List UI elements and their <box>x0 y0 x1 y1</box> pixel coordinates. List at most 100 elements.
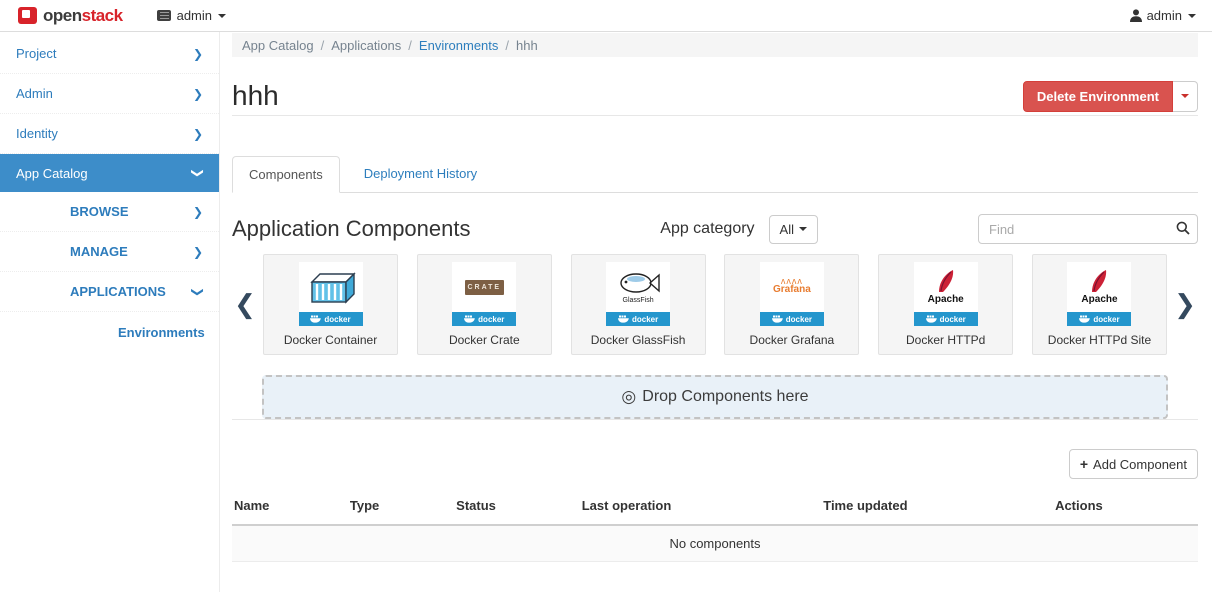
component-card-label: Docker Crate <box>449 333 520 347</box>
add-component-button[interactable]: + Add Component <box>1069 449 1198 479</box>
sidebar-item-label: Project <box>16 46 56 61</box>
docker-httpd-icon: Apache docker <box>914 262 978 326</box>
docker-banner: docker <box>760 312 824 326</box>
glassfish-logo-text: GlassFish <box>623 297 654 304</box>
column-header-status: Status <box>454 488 580 525</box>
category-filter-dropdown[interactable]: All <box>769 215 818 244</box>
breadcrumb: App Catalog / Applications / Environment… <box>232 33 1198 57</box>
chevron-right-icon: ❯ <box>193 87 203 101</box>
openstack-cube-icon <box>18 7 37 24</box>
component-card-label: Docker HTTPd <box>906 333 985 347</box>
drop-components-zone[interactable]: ◎ Drop Components here <box>262 375 1168 419</box>
openstack-logo-text: openstack <box>43 6 123 26</box>
chevron-down-icon <box>1188 14 1196 18</box>
chevron-right-icon: ❯ <box>193 127 203 141</box>
app-category-label: App category <box>660 220 754 238</box>
sidebar-item-environments[interactable]: Environments <box>0 312 219 352</box>
docker-banner: docker <box>299 312 363 326</box>
empty-table-row: No components <box>232 525 1198 562</box>
sidebar-item-browse[interactable]: BROWSE ❯ <box>0 192 219 232</box>
tab-components[interactable]: Components <box>232 156 340 193</box>
find-input[interactable] <box>978 214 1198 244</box>
topbar: openstack admin admin <box>0 0 1212 32</box>
docker-banner-text: docker <box>940 315 966 324</box>
docker-glassfish-icon: GlassFish docker <box>606 262 670 326</box>
empty-table-message: No components <box>232 525 1198 562</box>
component-card-label: Docker Container <box>284 333 377 347</box>
sidebar-item-identity[interactable]: Identity ❯ <box>0 114 219 154</box>
apache-feather-icon <box>931 270 961 294</box>
category-filter-value: All <box>780 222 794 237</box>
sidebar-item-label: Environments <box>118 325 205 340</box>
component-card-docker-grafana[interactable]: ᴧᴧᴧᴧ Grafana docker Docker Grafana <box>724 254 859 355</box>
column-header-name: Name <box>232 488 348 525</box>
docker-whale-icon <box>926 315 937 323</box>
chevron-down-icon: ❯ <box>191 168 205 178</box>
apache-logo-text: Apache <box>1081 294 1117 305</box>
sidebar-item-label: Identity <box>16 126 58 141</box>
delete-environment-dropdown-toggle[interactable] <box>1173 81 1198 112</box>
project-picker-label: admin <box>177 8 212 23</box>
breadcrumb-app-catalog: App Catalog <box>242 38 314 53</box>
component-card-label: Docker Grafana <box>750 333 835 347</box>
docker-banner: docker <box>452 312 516 326</box>
crate-logo-text: CRATE <box>465 280 505 295</box>
docker-httpd-site-icon: Apache docker <box>1067 262 1131 326</box>
find-search-box <box>978 214 1198 244</box>
breadcrumb-applications: Applications <box>331 38 401 53</box>
horizon-app: openstack admin admin Project ❯ Admin ❯ <box>0 0 1212 592</box>
tab-deployment-history[interactable]: Deployment History <box>348 156 493 192</box>
tab-bar: Components Deployment History <box>232 156 1198 193</box>
docker-crate-icon: CRATE docker <box>452 262 516 326</box>
sidebar-item-project[interactable]: Project ❯ <box>0 34 219 74</box>
sidebar-item-applications[interactable]: APPLICATIONS ❯ <box>0 272 219 312</box>
docker-whale-icon <box>772 315 783 323</box>
component-card-docker-container[interactable]: docker Docker Container <box>263 254 398 355</box>
search-icon[interactable] <box>1176 221 1190 235</box>
breadcrumb-separator: / <box>408 38 412 53</box>
main-content: App Catalog / Applications / Environment… <box>220 32 1212 592</box>
chevron-right-icon: ❯ <box>193 47 203 61</box>
docker-whale-icon <box>464 315 475 323</box>
docker-banner: docker <box>914 312 978 326</box>
sidebar-item-admin[interactable]: Admin ❯ <box>0 74 219 114</box>
sidebar-item-manage[interactable]: MANAGE ❯ <box>0 232 219 272</box>
chevron-down-icon <box>799 227 807 231</box>
user-menu-dropdown[interactable]: admin <box>1130 8 1196 23</box>
sidebar-item-app-catalog[interactable]: App Catalog ❯ <box>0 154 219 192</box>
title-divider <box>232 115 1198 116</box>
component-card-docker-httpd-site[interactable]: Apache docker Docker HTTPd Site <box>1032 254 1167 355</box>
carousel-prev-icon[interactable]: ❮ <box>232 289 258 320</box>
breadcrumb-environments-link[interactable]: Environments <box>419 38 498 53</box>
sidebar-item-label: Admin <box>16 86 53 101</box>
add-component-label: Add Component <box>1093 457 1187 472</box>
component-card-docker-glassfish[interactable]: GlassFish docker Docker GlassFish <box>571 254 706 355</box>
chevron-right-icon: ❯ <box>193 205 203 219</box>
project-picker-dropdown[interactable]: admin <box>157 8 226 23</box>
docker-banner-text: docker <box>632 315 658 324</box>
sidebar-nav: Project ❯ Admin ❯ Identity ❯ App Catalog… <box>0 32 220 592</box>
section-heading: Application Components <box>232 216 470 242</box>
carousel-next-icon[interactable]: ❯ <box>1172 289 1198 320</box>
components-table: Name Type Status Last operation Time upd… <box>232 488 1198 562</box>
chevron-down-icon: ❯ <box>191 286 205 296</box>
sidebar-item-label: APPLICATIONS <box>70 284 166 299</box>
chevron-right-icon: ❯ <box>193 245 203 259</box>
docker-whale-icon <box>1079 315 1090 323</box>
delete-environment-button-group: Delete Environment <box>1023 81 1198 112</box>
component-card-docker-httpd[interactable]: Apache docker Docker HTTPd <box>878 254 1013 355</box>
component-card-docker-crate[interactable]: CRATE docker Docker Crate <box>417 254 552 355</box>
target-icon: ◎ <box>621 387 636 407</box>
apache-logo-text: Apache <box>928 294 964 305</box>
docker-grafana-icon: ᴧᴧᴧᴧ Grafana docker <box>760 262 824 326</box>
docker-banner-text: docker <box>786 315 812 324</box>
docker-whale-icon <box>618 315 629 323</box>
openstack-logo[interactable]: openstack <box>18 6 123 26</box>
user-icon <box>1130 9 1142 22</box>
docker-whale-icon <box>310 315 321 323</box>
delete-environment-button[interactable]: Delete Environment <box>1023 81 1173 112</box>
docker-banner-text: docker <box>1093 315 1119 324</box>
user-menu-label: admin <box>1147 8 1182 23</box>
section-divider <box>232 419 1198 420</box>
breadcrumb-separator: / <box>321 38 325 53</box>
